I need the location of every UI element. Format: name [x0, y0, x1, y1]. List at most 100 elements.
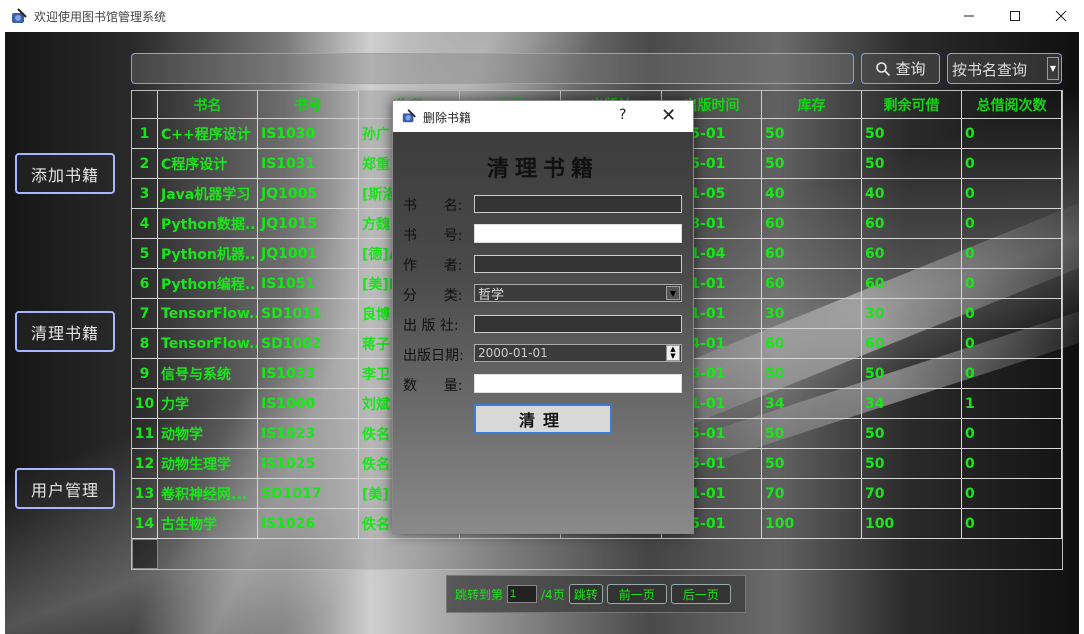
table-cell[interactable]: JQ1001	[258, 239, 359, 269]
table-cell[interactable]: 50	[762, 449, 862, 479]
table-cell[interactable]: 0	[962, 119, 1062, 149]
table-cell[interactable]: 0	[962, 149, 1062, 179]
column-header[interactable]: 总借阅次数	[962, 91, 1062, 119]
table-cell[interactable]: JQ1015	[258, 209, 359, 239]
table-cell[interactable]: 30	[762, 299, 862, 329]
table-cell[interactable]: 力学	[158, 389, 258, 419]
author-input[interactable]	[474, 255, 682, 273]
table-cell[interactable]: 60	[762, 329, 862, 359]
table-cell[interactable]: 卷积神经网...	[158, 479, 258, 509]
table-cell[interactable]: 40	[862, 179, 962, 209]
column-header[interactable]	[132, 91, 158, 119]
table-cell[interactable]: 50	[862, 149, 962, 179]
table-cell[interactable]: 0	[962, 329, 1062, 359]
table-cell[interactable]: 0	[962, 449, 1062, 479]
column-header[interactable]: 库存	[762, 91, 862, 119]
book-number-input[interactable]	[474, 224, 682, 243]
table-cell[interactable]: SD1002	[258, 329, 359, 359]
column-header[interactable]: 书名	[158, 91, 258, 119]
column-header[interactable]: 书号	[258, 91, 359, 119]
table-cell[interactable]: 60	[862, 209, 962, 239]
prev-page-button[interactable]: 前一页	[606, 584, 667, 604]
table-cell[interactable]: 30	[862, 299, 962, 329]
table-cell[interactable]: 50	[862, 359, 962, 389]
table-cell[interactable]: 60	[862, 239, 962, 269]
clear-book-button[interactable]: 清理书籍	[15, 311, 115, 352]
table-cell[interactable]: JQ1005	[258, 179, 359, 209]
table-cell[interactable]: 60	[862, 329, 962, 359]
table-cell[interactable]: IS1025	[258, 449, 359, 479]
table-cell[interactable]: 0	[962, 269, 1062, 299]
table-cell[interactable]: 60	[762, 209, 862, 239]
search-input[interactable]	[131, 53, 854, 84]
table-cell[interactable]: IS1033	[258, 359, 359, 389]
table-cell[interactable]: 0	[962, 479, 1062, 509]
table-cell[interactable]: 动物生理学	[158, 449, 258, 479]
jump-button[interactable]: 跳转	[568, 584, 603, 604]
table-cell[interactable]: 60	[862, 269, 962, 299]
search-button[interactable]: 查询	[861, 53, 940, 84]
chevron-down-icon[interactable]: ▼	[666, 286, 680, 300]
table-cell[interactable]: 0	[962, 209, 1062, 239]
table-cell[interactable]: 信号与系统	[158, 359, 258, 389]
page-number-input[interactable]	[507, 585, 538, 603]
table-cell[interactable]: Java机器学习	[158, 179, 258, 209]
table-cell[interactable]: 34	[762, 389, 862, 419]
dialog-close-icon[interactable]: ✕	[661, 105, 676, 126]
close-button[interactable]	[1038, 0, 1084, 32]
table-cell[interactable]: Python数据...	[158, 209, 258, 239]
table-cell[interactable]: SD1011	[258, 299, 359, 329]
table-cell[interactable]: 50	[762, 419, 862, 449]
table-cell[interactable]: 40	[762, 179, 862, 209]
table-cell[interactable]: 34	[862, 389, 962, 419]
table-cell[interactable]: 0	[962, 359, 1062, 389]
table-cell[interactable]: 1	[962, 389, 1062, 419]
next-page-button[interactable]: 后一页	[670, 584, 731, 604]
user-management-button[interactable]: 用户管理	[15, 468, 115, 509]
table-cell[interactable]: Python编程...	[158, 269, 258, 299]
table-cell[interactable]: 100	[762, 509, 862, 539]
table-cell[interactable]: 70	[762, 479, 862, 509]
table-cell[interactable]: 50	[762, 149, 862, 179]
table-cell[interactable]: 古生物学	[158, 509, 258, 539]
table-cell[interactable]: 0	[962, 179, 1062, 209]
table-cell[interactable]: IS1026	[258, 509, 359, 539]
table-cell[interactable]: TensorFlow...	[158, 299, 258, 329]
table-cell[interactable]: 60	[762, 269, 862, 299]
table-cell[interactable]: 70	[862, 479, 962, 509]
table-cell[interactable]: 0	[962, 419, 1062, 449]
publisher-input[interactable]	[474, 315, 682, 333]
quantity-input[interactable]	[474, 374, 682, 393]
table-cell[interactable]: IS1030	[258, 119, 359, 149]
help-icon[interactable]: ?	[619, 107, 626, 123]
table-cell[interactable]: Python机器...	[158, 239, 258, 269]
table-cell[interactable]: 50	[762, 359, 862, 389]
maximize-button[interactable]	[992, 0, 1038, 32]
table-cell[interactable]: C程序设计	[158, 149, 258, 179]
column-header[interactable]: 剩余可借	[862, 91, 962, 119]
table-cell[interactable]: 50	[862, 419, 962, 449]
table-cell[interactable]: 50	[762, 119, 862, 149]
add-book-button[interactable]: 添加书籍	[15, 153, 115, 194]
table-cell[interactable]: IS1023	[258, 419, 359, 449]
spinner-icon[interactable]: ▲ ▼	[666, 345, 680, 361]
table-cell[interactable]: IS1000	[258, 389, 359, 419]
publish-date-input[interactable]: 2000-01-01 ▲ ▼	[474, 344, 682, 362]
minimize-button[interactable]	[946, 0, 992, 32]
book-name-input[interactable]	[474, 195, 682, 213]
table-cell[interactable]: IS1031	[258, 149, 359, 179]
category-select[interactable]: 哲学 ▼	[474, 284, 682, 303]
table-cell[interactable]: 0	[962, 299, 1062, 329]
table-cell[interactable]: SD1017	[258, 479, 359, 509]
table-cell[interactable]: C++程序设计	[158, 119, 258, 149]
search-mode-select[interactable]: 按书名查询 ▼	[947, 53, 1062, 84]
table-cell[interactable]: TensorFlow...	[158, 329, 258, 359]
table-cell[interactable]: 0	[962, 239, 1062, 269]
table-cell[interactable]: 60	[762, 239, 862, 269]
table-cell[interactable]: 0	[962, 509, 1062, 539]
table-cell[interactable]: 100	[862, 509, 962, 539]
chevron-down-icon[interactable]: ▼	[1047, 57, 1059, 80]
table-cell[interactable]: 50	[862, 119, 962, 149]
clear-confirm-button[interactable]: 清理	[474, 404, 612, 434]
table-cell[interactable]: 50	[862, 449, 962, 479]
